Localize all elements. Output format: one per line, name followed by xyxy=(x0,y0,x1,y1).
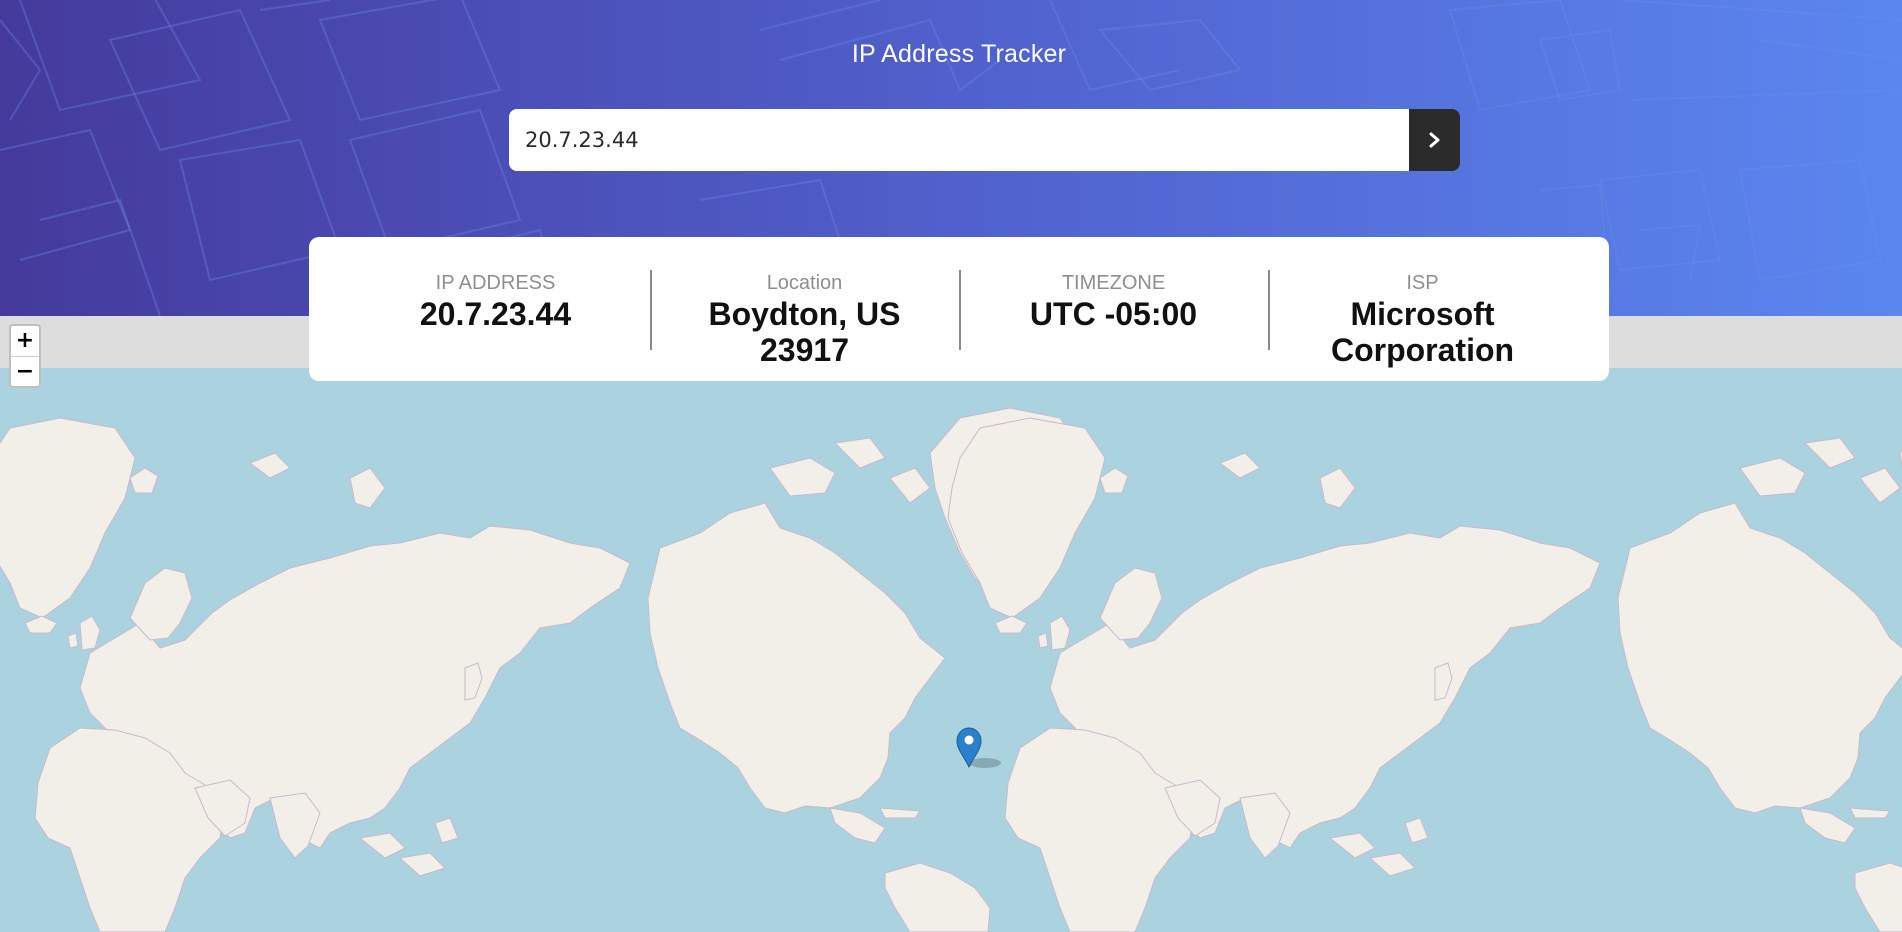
ip-address-value: 20.7.23.44 xyxy=(419,296,572,332)
page-title: IP Address Tracker xyxy=(851,40,1067,68)
ip-address-section: IP ADDRESS 20.7.23.44 xyxy=(341,237,650,381)
isp-section: ISP Microsoft Corporation xyxy=(1268,237,1577,381)
location-pin-icon[interactable] xyxy=(955,727,1007,769)
timezone-value: UTC -05:00 xyxy=(1029,296,1198,332)
ip-address-label: IP ADDRESS xyxy=(435,272,556,294)
zoom-out-button[interactable]: − xyxy=(11,357,39,387)
search-submit-button[interactable] xyxy=(1409,109,1460,171)
search-bar xyxy=(509,109,1460,171)
ip-info-card: IP ADDRESS 20.7.23.44 Location Boydton, … xyxy=(309,237,1609,381)
map-zoom-control: + − xyxy=(9,324,41,388)
world-map-tiles[interactable] xyxy=(0,368,1902,932)
chevron-right-icon xyxy=(1429,132,1439,148)
location-section: Location Boydton, US 23917 xyxy=(650,237,959,381)
location-value: Boydton, US 23917 xyxy=(708,296,901,368)
location-label: Location xyxy=(766,272,843,294)
ip-search-input[interactable] xyxy=(509,109,1409,171)
isp-value: Microsoft Corporation xyxy=(1330,296,1515,368)
map-container[interactable] xyxy=(0,316,1902,932)
timezone-label: TIMEZONE xyxy=(1061,272,1166,294)
isp-label: ISP xyxy=(1406,272,1439,294)
timezone-section: TIMEZONE UTC -05:00 xyxy=(959,237,1268,381)
zoom-in-button[interactable]: + xyxy=(11,326,39,357)
